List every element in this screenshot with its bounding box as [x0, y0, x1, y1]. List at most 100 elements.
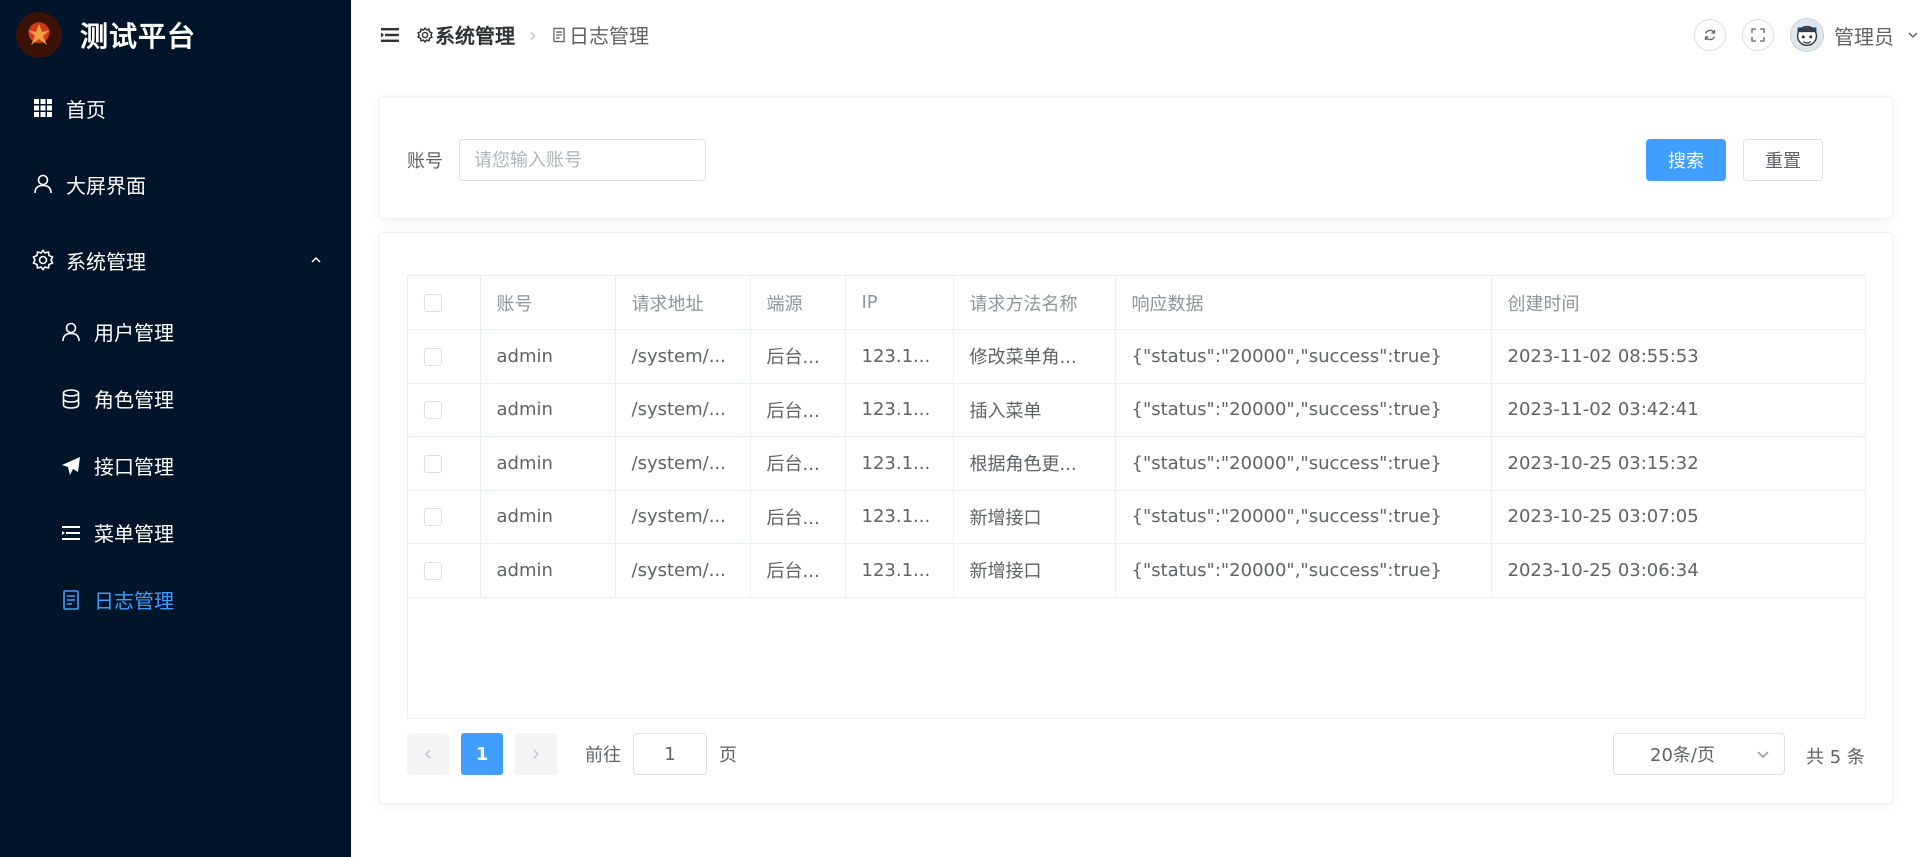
table-cell: 修改菜单角... — [953, 329, 1116, 384]
chevron-down-icon[interactable] — [1906, 28, 1920, 42]
top-header: 系统管理 › 日志管理 管理员 — [351, 0, 1920, 70]
account-label: 账号 — [407, 151, 443, 172]
menu-list-icon — [60, 522, 82, 544]
table-cell: 123.1... — [845, 490, 954, 544]
table-cell: 2023-10-25 03:07:05 — [1491, 490, 1865, 544]
user-icon — [32, 173, 54, 195]
table-card: 账号 请求地址 端源 IP 请求方法名称 响应数据 创建时间 admin /sy… — [379, 232, 1893, 804]
goto-suffix: 页 — [719, 745, 737, 766]
breadcrumb-separator-icon: › — [529, 22, 537, 47]
database-icon — [60, 388, 82, 410]
sidebar-item-label: 接口管理 — [94, 455, 174, 479]
column-header[interactable]: 端源 — [750, 276, 846, 330]
page-number-current[interactable]: 1 — [461, 733, 503, 775]
table-cell: admin — [480, 329, 616, 384]
reset-button[interactable]: 重置 — [1743, 139, 1823, 181]
sidebar-item-menus[interactable]: 菜单管理 — [0, 499, 351, 566]
table-cell: 123.1... — [845, 543, 954, 598]
table-cell: 123.1... — [845, 329, 954, 384]
table-header-row: 账号 请求地址 端源 IP 请求方法名称 响应数据 创建时间 — [408, 276, 1865, 330]
table-cell: admin — [480, 436, 616, 491]
row-checkbox[interactable] — [424, 401, 442, 420]
table-cell: {"status":"20000","success":true} — [1115, 436, 1492, 491]
goto-page-input[interactable] — [633, 733, 707, 775]
sidebar-item-label: 大屏界面 — [66, 173, 146, 198]
table-cell: 123.1... — [845, 436, 954, 491]
sidebar-item-label: 首页 — [66, 97, 106, 122]
table-cell: 123.1... — [845, 383, 954, 437]
column-header[interactable]: 创建时间 — [1491, 276, 1865, 330]
table-cell: /system/... — [615, 436, 751, 491]
row-checkbox[interactable] — [424, 347, 442, 366]
account-search-input[interactable] — [459, 139, 706, 181]
next-page-button[interactable] — [515, 733, 557, 775]
table-cell: admin — [480, 383, 616, 437]
row-checkbox[interactable] — [424, 508, 442, 527]
select-all-cell — [408, 276, 481, 330]
table-cell: 后台... — [750, 436, 846, 491]
row-checkbox[interactable] — [424, 454, 442, 473]
gear-icon — [417, 26, 433, 43]
table-cell: {"status":"20000","success":true} — [1115, 543, 1492, 598]
table-cell: 新增接口 — [953, 543, 1116, 598]
sidebar-item-users[interactable]: 用户管理 — [0, 298, 351, 365]
table-cell: admin — [480, 543, 616, 598]
table-cell: 2023-11-02 03:42:41 — [1491, 383, 1865, 437]
sidebar-item-system[interactable]: 系统管理 — [0, 222, 351, 298]
sidebar-item-label: 用户管理 — [94, 321, 174, 345]
column-header[interactable]: 请求地址 — [615, 276, 751, 330]
table-row[interactable]: admin /system/... 后台... 123.1... 根据角色更..… — [408, 436, 1865, 491]
column-header[interactable]: IP — [845, 276, 954, 330]
grid-icon — [32, 97, 54, 119]
row-select-cell — [408, 490, 481, 544]
logo[interactable]: 测试平台 — [0, 0, 351, 70]
sidebar-item-roles[interactable]: 角色管理 — [0, 365, 351, 432]
table-row[interactable]: admin /system/... 后台... 123.1... 新增接口 {"… — [408, 490, 1865, 544]
table-cell: /system/... — [615, 329, 751, 384]
collapse-menu-icon[interactable] — [381, 27, 399, 43]
document-icon — [60, 589, 82, 611]
total-count: 共 5 条 — [1806, 747, 1865, 768]
sidebar-item-home[interactable]: 首页 — [0, 70, 351, 146]
table-row[interactable]: admin /system/... 后台... 123.1... 新增接口 {"… — [408, 543, 1865, 598]
prev-page-button[interactable] — [407, 733, 449, 775]
table-cell: /system/... — [615, 490, 751, 544]
sidebar-item-label: 系统管理 — [66, 249, 146, 274]
table-cell: 后台... — [750, 329, 846, 384]
table-cell: {"status":"20000","success":true} — [1115, 490, 1492, 544]
column-header[interactable]: 响应数据 — [1115, 276, 1492, 330]
search-button[interactable]: 搜索 — [1646, 139, 1726, 181]
column-header[interactable]: 账号 — [480, 276, 616, 330]
goto-label: 前往 — [585, 745, 621, 766]
select-all-checkbox[interactable] — [424, 294, 442, 312]
table-cell: {"status":"20000","success":true} — [1115, 329, 1492, 384]
page-size-select[interactable]: 20条/页 — [1613, 733, 1785, 775]
table-cell: /system/... — [615, 543, 751, 598]
breadcrumb-item-logs: 日志管理 — [551, 20, 649, 49]
sidebar-item-label: 日志管理 — [94, 589, 174, 613]
column-header[interactable]: 请求方法名称 — [953, 276, 1116, 330]
chevron-left-icon — [424, 749, 431, 759]
breadcrumb-label: 日志管理 — [569, 24, 649, 48]
table-row[interactable]: admin /system/... 后台... 123.1... 修改菜单角..… — [408, 329, 1865, 384]
refresh-button[interactable] — [1694, 19, 1726, 51]
breadcrumb-item-system[interactable]: 系统管理 — [417, 20, 515, 49]
user-name[interactable]: 管理员 — [1834, 21, 1894, 50]
sidebar-item-logs[interactable]: 日志管理 — [0, 566, 351, 633]
table-cell: 插入菜单 — [953, 383, 1116, 437]
logo-icon — [16, 12, 62, 58]
table-cell: /system/... — [615, 383, 751, 437]
sidebar-item-bigscreen[interactable]: 大屏界面 — [0, 146, 351, 222]
table-row[interactable]: admin /system/... 后台... 123.1... 插入菜单 {"… — [408, 383, 1865, 437]
row-select-cell — [408, 436, 481, 491]
chevron-right-icon — [533, 749, 540, 759]
refresh-icon — [1704, 29, 1716, 41]
avatar[interactable] — [1790, 18, 1824, 52]
fullscreen-button[interactable] — [1742, 19, 1774, 51]
row-checkbox[interactable] — [424, 561, 442, 580]
pagination: 1 前往 页 — [407, 733, 737, 775]
table-cell: 后台... — [750, 543, 846, 598]
table-cell: admin — [480, 490, 616, 544]
page-size-value: 20条/页 — [1650, 745, 1715, 766]
sidebar-item-apis[interactable]: 接口管理 — [0, 432, 351, 499]
